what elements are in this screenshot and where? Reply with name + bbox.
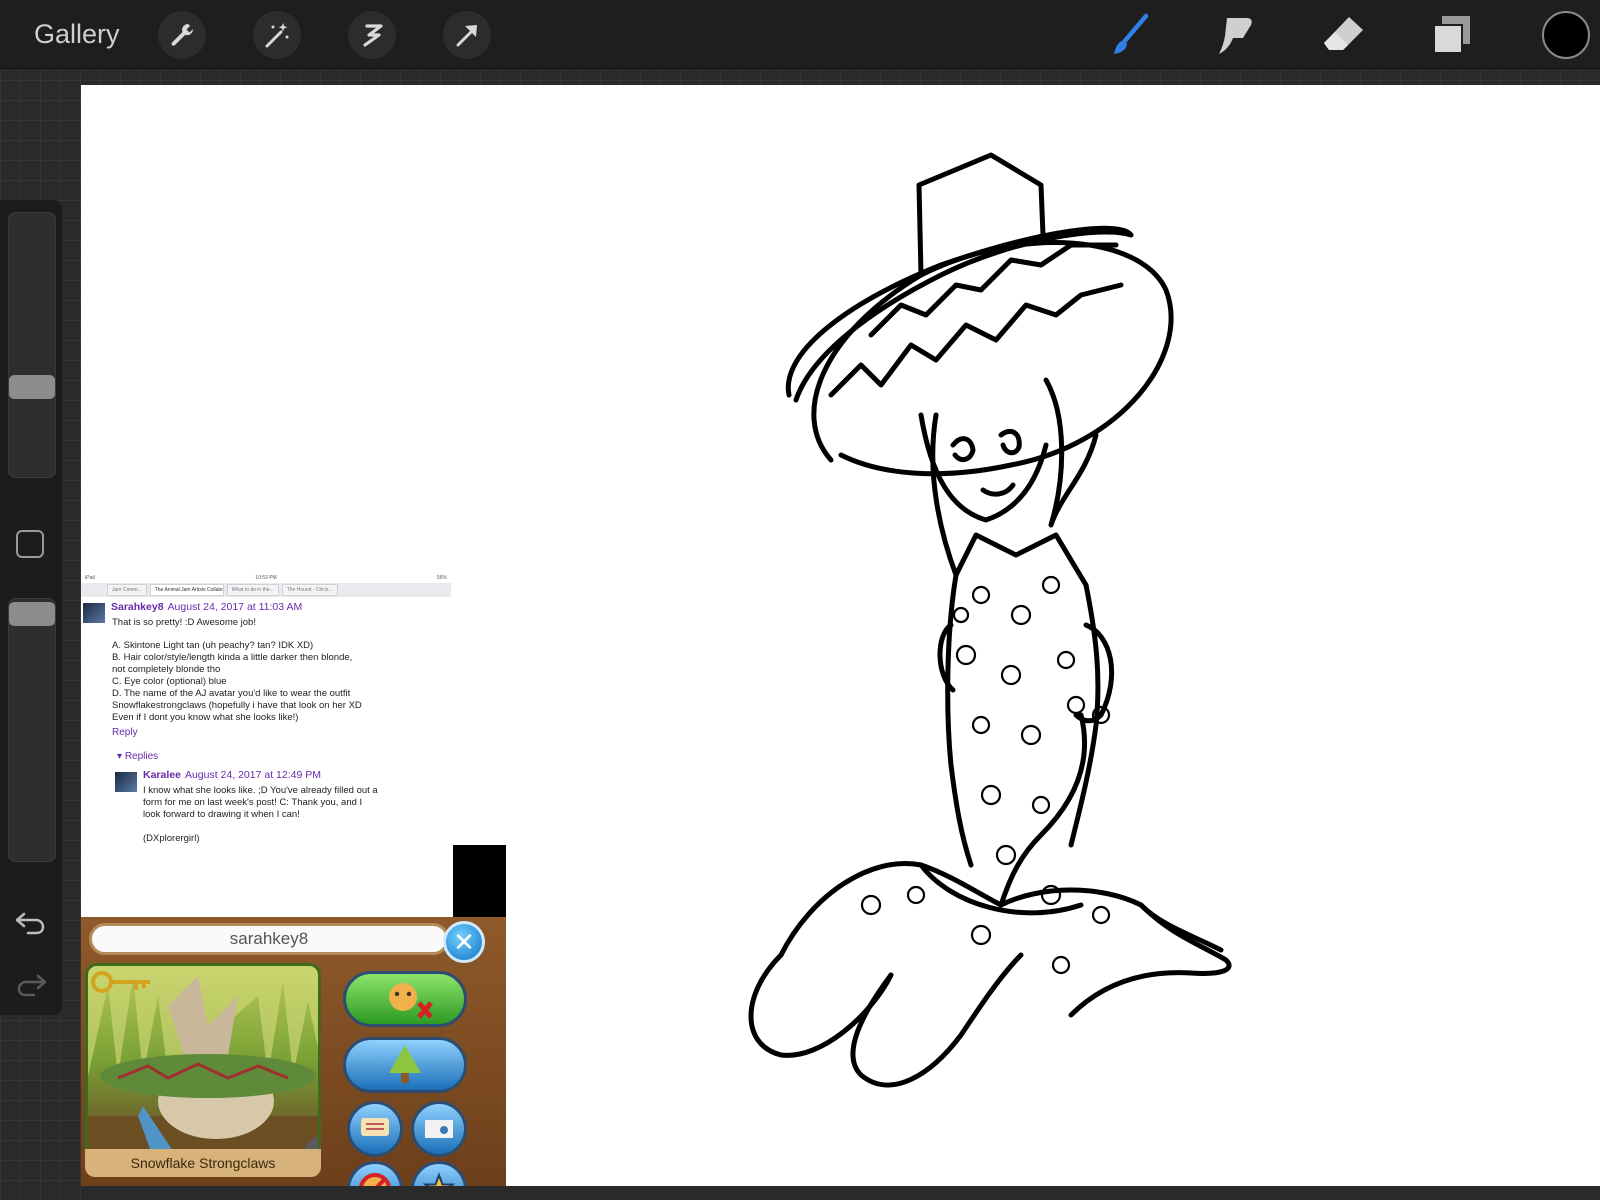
eye-left — [950, 436, 976, 463]
black-patch — [453, 845, 506, 919]
brush-size-thumb[interactable] — [9, 375, 55, 399]
comment-line: Snowflakestrongclaws (hopefully i have t… — [112, 700, 362, 711]
reply-line: form for me on last week's post! C: Than… — [143, 797, 363, 808]
browser-tab: The Animal Jam Artists Collabo... — [149, 584, 224, 596]
brush-button[interactable] — [1105, 12, 1153, 58]
close-icon: ✕ — [443, 921, 485, 963]
top-toolbar: Gallery — [0, 0, 1600, 69]
eye-right — [998, 429, 1022, 456]
buddy-remove-icon — [343, 971, 467, 1027]
transform-arrow-icon — [456, 25, 477, 47]
smudge-button[interactable] — [1212, 12, 1260, 58]
avatar-nameplate: Snowflake Strongclaws — [85, 1149, 321, 1177]
transform-button[interactable] — [443, 11, 491, 59]
line-art-drawing — [748, 152, 1232, 1088]
reply-author: Karalee August 24, 2017 at 12:49 PM — [143, 769, 321, 781]
collar — [953, 532, 1089, 588]
reply-line: (DXplorergirl) — [143, 833, 200, 844]
actions-button[interactable] — [158, 11, 206, 59]
den-icon — [343, 1037, 467, 1093]
knee-right — [850, 952, 1024, 1088]
hat-pattern — [828, 282, 1124, 398]
opacity-slider[interactable] — [8, 598, 56, 862]
comment-line: That is so pretty! :D Awesome job! — [112, 617, 256, 628]
username-bar: sarahkey8 — [89, 923, 449, 955]
layers-icon — [1433, 16, 1470, 54]
drawing-canvas[interactable]: iPad 10:53 PM 56% Jam Comm... The Animal J… — [81, 85, 1600, 1186]
comment-date: August 24, 2017 at 11:03 AM — [167, 601, 303, 613]
gallery-button[interactable]: Gallery — [34, 16, 120, 52]
smudge-icon — [1219, 18, 1252, 54]
comment-line: A. Skintone Light tan (uh peachy? tan? I… — [112, 640, 314, 651]
mouth — [980, 482, 1016, 497]
browser-tab: The Hound - Chick... — [281, 584, 338, 596]
comment-line: not completely blonde tho — [112, 664, 221, 675]
flower-pattern — [860, 575, 1111, 975]
eraser-icon — [1324, 17, 1363, 50]
comment-line: B. Hair color/style/length kinda a littl… — [112, 652, 353, 663]
layers-button[interactable] — [1428, 12, 1476, 58]
hat-brim-top — [785, 225, 1134, 403]
browser-tabs: Jam Comm... The Animal Jam Artists Colla… — [81, 583, 451, 597]
reference-comment-screenshot: iPad 10:53 PM 56% Jam Comm... The Animal J… — [81, 575, 451, 855]
comment-line: C. Eye color (optional) blue — [112, 676, 227, 687]
comment-line: Even if I dont you know what she looks l… — [112, 712, 299, 723]
color-picker-swatch[interactable] — [1542, 11, 1590, 59]
adjustments-button[interactable] — [253, 11, 301, 59]
browser-tab: What to do in the... — [226, 584, 279, 596]
left-sidebar — [0, 200, 62, 1015]
magic-wand-icon — [265, 23, 289, 48]
reply-line: look forward to drawing it when I can! — [143, 809, 300, 820]
brush-icon — [1114, 13, 1149, 54]
redo-icon[interactable] — [14, 970, 48, 1000]
avatar-panel — [85, 963, 321, 1177]
chat-icon — [347, 1101, 403, 1157]
reply-line: I know what she looks like. ;D You've al… — [143, 785, 378, 796]
reference-game-profile: sarahkey8 ✕ Snowflake Strongclaws — [81, 845, 506, 1186]
avatar — [83, 603, 105, 623]
eraser-button[interactable] — [1320, 12, 1368, 58]
modify-square-icon[interactable] — [16, 530, 44, 558]
browser-tab: Jam Comm... — [107, 584, 147, 596]
status-bar: iPad 10:53 PM 56% — [85, 575, 447, 581]
comment-line: D. The name of the AJ avatar you'd like … — [112, 688, 351, 699]
selection-button[interactable] — [348, 11, 396, 59]
comment-author: Sarahkey8 August 24, 2017 at 11:03 AM — [111, 601, 303, 613]
mail-icon — [411, 1101, 467, 1157]
wrench-icon — [171, 24, 194, 46]
bottom-strip — [81, 1186, 1600, 1200]
opacity-thumb[interactable] — [9, 602, 55, 626]
arm-right — [998, 712, 1088, 908]
avatar-image — [88, 966, 318, 1174]
avatar — [115, 772, 137, 792]
brush-size-slider[interactable] — [8, 212, 56, 478]
selection-icon — [363, 24, 383, 47]
reply-date: August 24, 2017 at 12:49 PM — [184, 769, 321, 781]
replies-toggle: ▾ Replies — [117, 751, 159, 762]
undo-icon[interactable] — [14, 908, 48, 938]
reply-link: Reply — [112, 727, 138, 738]
